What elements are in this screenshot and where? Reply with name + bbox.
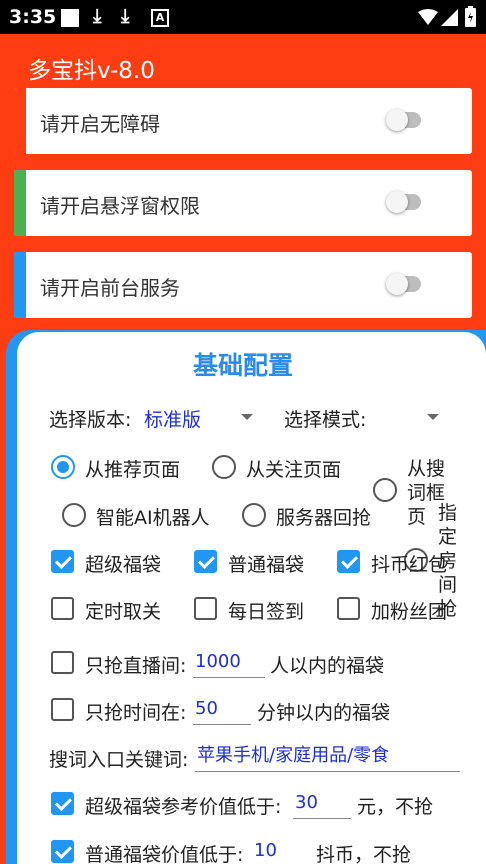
radio-follow[interactable] — [212, 455, 236, 479]
checkbox-daily-checkin[interactable] — [194, 597, 217, 620]
time-limit-label: 只抢时间在: — [85, 702, 187, 724]
super-value-input[interactable]: 30 — [293, 789, 351, 819]
toggle-knob — [386, 191, 408, 213]
radio-server-label: 服务器回抢 — [276, 507, 372, 529]
accessibility-label: 请开启无障碍 — [40, 112, 160, 136]
radio-ai-bot-label: 智能AI机器人 — [96, 507, 210, 529]
version-select[interactable]: 标准版 — [144, 405, 201, 432]
time-limit-input[interactable]: 50 — [193, 695, 251, 725]
foreground-service-card[interactable]: 请开启前台服务 — [14, 252, 472, 318]
checkbox-timed-unfollow-label: 定时取关 — [85, 601, 162, 623]
radio-recommend[interactable] — [51, 455, 75, 479]
time-limit-suffix: 分钟以内的福袋 — [257, 702, 391, 724]
normal-value-label: 普通福袋价值低于: — [85, 844, 244, 864]
foreground-service-toggle[interactable] — [386, 273, 421, 295]
panel-title: 基础配置 — [192, 351, 293, 380]
keyword-input[interactable]: 苹果手机/家庭用品/零食 — [195, 742, 460, 772]
keyboard-icon: A — [151, 9, 169, 27]
version-label: 选择版本: — [49, 409, 132, 431]
checkbox-fan-club[interactable] — [337, 597, 360, 620]
accessibility-card[interactable]: 请开启无障碍 — [14, 88, 472, 154]
signal-icon — [441, 9, 458, 26]
chevron-down-icon[interactable] — [241, 414, 253, 420]
card-stripe — [14, 252, 26, 318]
foreground-service-label: 请开启前台服务 — [40, 276, 180, 300]
radio-ai-bot[interactable] — [62, 503, 86, 527]
normal-value-suffix: 抖币，不抢 — [316, 844, 412, 864]
chevron-down-icon[interactable] — [427, 414, 439, 420]
checkbox-normal-bag-label: 普通福袋 — [228, 554, 305, 576]
app-title: 多宝抖v-8.0 — [28, 58, 155, 84]
live-limit-label: 只抢直播间: — [85, 655, 187, 677]
checkbox-super-bag-label: 超级福袋 — [85, 554, 162, 576]
toggle-knob — [386, 109, 408, 131]
mode-label: 选择模式: — [284, 409, 367, 431]
checkbox-normal-bag[interactable] — [194, 550, 217, 573]
download-icon: ⤓ — [93, 5, 102, 27]
status-bar: 3:35 ⤓ ⤓ A — [0, 0, 486, 34]
checkbox-time-limit[interactable] — [51, 698, 74, 721]
checkbox-super-value[interactable] — [51, 792, 74, 815]
super-value-label: 超级福袋参考价值低于: — [85, 796, 282, 818]
checkbox-super-bag[interactable] — [51, 550, 74, 573]
checkbox-live-limit[interactable] — [51, 651, 74, 674]
download-icon: ⤓ — [121, 5, 130, 27]
keyword-label: 搜词入口关键词: — [49, 749, 189, 771]
card-stripe — [14, 88, 26, 154]
overlay-permission-toggle[interactable] — [386, 191, 421, 213]
accessibility-toggle[interactable] — [386, 109, 421, 131]
checkbox-fan-club-label: 加粉丝团 — [371, 601, 448, 623]
live-limit-suffix: 人以内的福袋 — [270, 655, 385, 677]
status-time: 3:35 — [9, 6, 57, 28]
overlay-permission-label: 请开启悬浮窗权限 — [40, 194, 200, 218]
radio-recommend-label: 从推荐页面 — [85, 459, 181, 481]
radio-follow-label: 从关注页面 — [246, 459, 342, 481]
toggle-knob — [386, 273, 408, 295]
card-stripe — [14, 170, 26, 236]
checkbox-normal-value[interactable] — [51, 840, 74, 863]
checkbox-coin-redpacket-label: 抖币红包 — [371, 554, 448, 576]
checkbox-daily-checkin-label: 每日签到 — [228, 601, 305, 623]
live-limit-input[interactable]: 1000 — [193, 648, 265, 678]
radio-server[interactable] — [242, 503, 266, 527]
super-value-suffix: 元，不抢 — [357, 796, 434, 818]
battery-icon — [465, 6, 476, 27]
wifi-icon — [418, 9, 438, 25]
notification-icon — [61, 9, 79, 27]
normal-value-input[interactable]: 10 — [252, 837, 310, 864]
checkbox-timed-unfollow[interactable] — [51, 597, 74, 620]
checkbox-coin-redpacket[interactable] — [337, 550, 360, 573]
overlay-permission-card[interactable]: 请开启悬浮窗权限 — [14, 170, 472, 236]
radio-search[interactable] — [373, 478, 397, 502]
